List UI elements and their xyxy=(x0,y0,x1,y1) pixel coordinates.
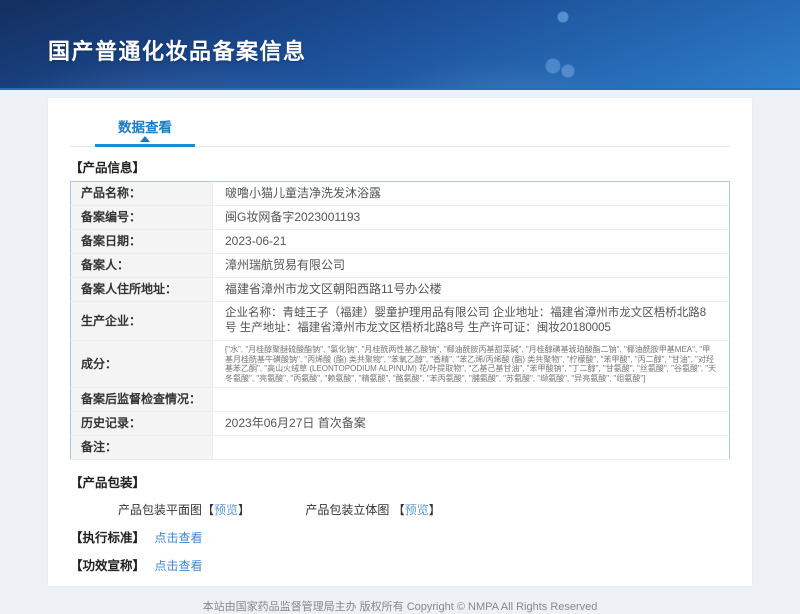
info-row-label: 备案后监督检查情况： xyxy=(70,387,213,412)
info-table-row: 历史记录： 2023年06月27日 首次备案 xyxy=(70,411,730,436)
product-info-table: 产品名称： 啵噜小猫儿童洁净洗发沐浴露 备案编号： 闽G妆网备字20230011… xyxy=(70,181,730,460)
content-card: 数据查看 【产品信息】 产品名称： 啵噜小猫儿童洁净洗发沐浴露 备案编号： 闽G… xyxy=(48,98,752,586)
info-table-row: 备案人： 漳州瑞航贸易有限公司 xyxy=(70,253,730,278)
info-row-value xyxy=(212,387,730,412)
exec-standard-row: 【执行标准】 点击查看 xyxy=(70,527,730,546)
info-row-value: 福建省漳州市龙文区朝阳西路11号办公楼 xyxy=(212,277,730,302)
info-table-row: 生产企业： 企业名称：青蛙王子（福建）婴童护理用品有限公司 企业地址：福建省漳州… xyxy=(70,301,730,341)
site-footer: 本站由国家药品监督管理局主办 版权所有 Copyright © NMPA All… xyxy=(0,598,800,614)
tab-data-view[interactable]: 数据查看 xyxy=(95,116,195,147)
bracket-close: 】 xyxy=(428,503,441,517)
packaging-flat-preview-link[interactable]: 预览 xyxy=(214,503,238,517)
efficacy-claim-row: 【功效宣称】 点击查看 xyxy=(70,555,730,574)
info-table-row: 成分： ["水", "月桂醇聚醚硫酸酯钠", "氯化钠", "月桂酰两性基乙酸钠… xyxy=(70,340,730,388)
bracket-close: 】 xyxy=(238,503,251,517)
exec-standard-view-link[interactable]: 点击查看 xyxy=(155,531,203,545)
bracket-open: 【 xyxy=(202,503,215,517)
tab-active-caret-icon xyxy=(140,136,150,142)
footer-copyright-text: 本站由国家药品监督管理局主办 版权所有 Copyright © NMPA All… xyxy=(202,601,598,613)
info-row-value: 2023-06-21 xyxy=(212,229,730,254)
tab-bar: 数据查看 xyxy=(70,108,730,147)
info-table-row: 产品名称： 啵噜小猫儿童洁净洗发沐浴露 xyxy=(70,181,730,206)
packaging-stereo-preview-link[interactable]: 预览 xyxy=(405,503,429,517)
info-row-value xyxy=(212,435,730,460)
info-row-label: 备案日期： xyxy=(70,229,213,254)
info-row-value: 啵噜小猫儿童洁净洗发沐浴露 xyxy=(212,181,730,206)
bracket-open: 【 xyxy=(392,503,405,517)
packaging-flat-label: 产品包装平面图 xyxy=(118,503,203,517)
info-row-label: 成分： xyxy=(70,340,213,388)
packaging-previews-row: 产品包装平面图【预览】 产品包装立体图 【预览】 xyxy=(118,501,730,518)
info-row-value: 企业名称：青蛙王子（福建）婴童护理用品有限公司 企业地址：福建省漳州市龙文区梧桥… xyxy=(212,301,730,341)
packaging-flat-item: 产品包装平面图【预览】 xyxy=(118,503,253,517)
info-table-row: 备注： xyxy=(70,435,730,460)
info-table-row: 备案日期： 2023-06-21 xyxy=(70,229,730,254)
info-row-value: ["水", "月桂醇聚醚硫酸酯钠", "氯化钠", "月桂酰两性基乙酸钠", "… xyxy=(212,340,730,388)
page-header: 国产普通化妆品备案信息 xyxy=(0,0,800,90)
info-row-label: 备案编号： xyxy=(70,205,213,230)
info-row-label: 备案人： xyxy=(70,253,213,278)
info-row-label: 历史记录： xyxy=(70,411,213,436)
packaging-stereo-item: 产品包装立体图 【预览】 xyxy=(305,503,440,517)
info-row-label: 产品名称： xyxy=(70,181,213,206)
info-row-value: 漳州瑞航贸易有限公司 xyxy=(212,253,730,278)
info-row-value: 2023年06月27日 首次备案 xyxy=(212,411,730,436)
tab-data-view-label: 数据查看 xyxy=(118,120,172,135)
product-info-section-title: 【产品信息】 xyxy=(70,161,146,175)
packaging-stereo-label: 产品包装立体图 xyxy=(305,503,393,517)
exec-standard-title: 【执行标准】 xyxy=(70,531,146,545)
info-row-label: 生产企业： xyxy=(70,301,213,341)
product-info-table-body: 产品名称： 啵噜小猫儿童洁净洗发沐浴露 备案编号： 闽G妆网备字20230011… xyxy=(70,181,730,460)
efficacy-claim-title: 【功效宣称】 xyxy=(70,559,146,573)
info-table-row: 备案编号： 闽G妆网备字2023001193 xyxy=(70,205,730,230)
info-row-label: 备案人住所地址： xyxy=(70,277,213,302)
page: 国产普通化妆品备案信息 数据查看 【产品信息】 产品名称： 啵噜小猫儿童洁净洗发… xyxy=(0,0,800,614)
efficacy-claim-view-link[interactable]: 点击查看 xyxy=(155,559,203,573)
info-row-label: 备注： xyxy=(70,435,213,460)
info-table-row: 备案人住所地址： 福建省漳州市龙文区朝阳西路11号办公楼 xyxy=(70,277,730,302)
page-title: 国产普通化妆品备案信息 xyxy=(48,39,307,64)
info-row-value: 闽G妆网备字2023001193 xyxy=(212,205,730,230)
info-table-row: 备案后监督检查情况： xyxy=(70,387,730,412)
packaging-section-title: 【产品包装】 xyxy=(70,476,146,490)
